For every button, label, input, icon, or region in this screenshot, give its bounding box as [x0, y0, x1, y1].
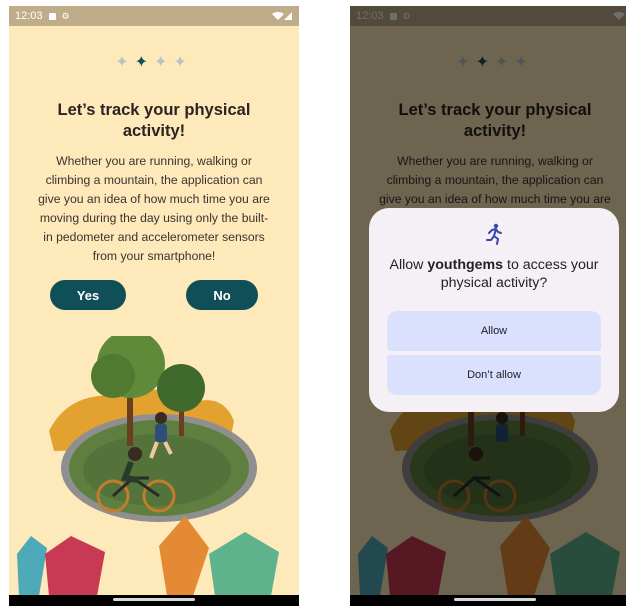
onboarding-screen: 12:03 ⚙ ✦✦✦✦ Let’s track your physical a… [9, 6, 299, 595]
nav-bar [350, 595, 626, 606]
progress-sparkle-active-icon: ✦ [134, 54, 154, 71]
status-time: 12:03 [15, 10, 43, 22]
progress-sparkle-icon: ✦ [115, 54, 135, 71]
home-gesture-handle[interactable] [454, 598, 536, 601]
phone-screen-permission: 12:03 ⚙ ✦✦✦✦ Let’s track your physical a… [350, 6, 626, 606]
dont-allow-button[interactable]: Don’t allow [387, 355, 601, 395]
status-bar: 12:03 ⚙ [9, 6, 299, 26]
progress-sparkle-icon: ✦ [154, 54, 174, 71]
home-gesture-handle[interactable] [113, 598, 195, 601]
permission-dialog-title: Allow youthgems to access your physical … [379, 256, 609, 292]
progress-sparkle-icon: ✦ [173, 54, 193, 71]
nav-bar [9, 595, 299, 606]
settings-status-icon: ⚙ [61, 10, 70, 21]
phone-screen-onboarding: 12:03 ⚙ ✦✦✦✦ Let’s track your physical a… [9, 6, 299, 606]
activity-illustration [17, 336, 279, 595]
permission-app-name: youthgems [427, 257, 504, 273]
permission-title-prefix: Allow [389, 257, 428, 273]
notification-icon [48, 12, 56, 20]
onboarding-screen-dimmed: 12:03 ⚙ ✦✦✦✦ Let’s track your physical a… [350, 6, 626, 595]
onboarding-title: Let’s track your physical activity! [57, 101, 251, 140]
permission-dialog: Allow youthgems to access your physical … [369, 208, 619, 412]
onboarding-description: Whether you are running, walking or clim… [38, 154, 270, 263]
running-person-icon [486, 223, 502, 245]
yes-button[interactable]: Yes [50, 280, 126, 310]
allow-button[interactable]: Allow [387, 311, 601, 351]
signal-icon [271, 11, 293, 21]
progress-indicator: ✦✦✦✦ [9, 52, 299, 72]
no-button[interactable]: No [186, 280, 258, 310]
